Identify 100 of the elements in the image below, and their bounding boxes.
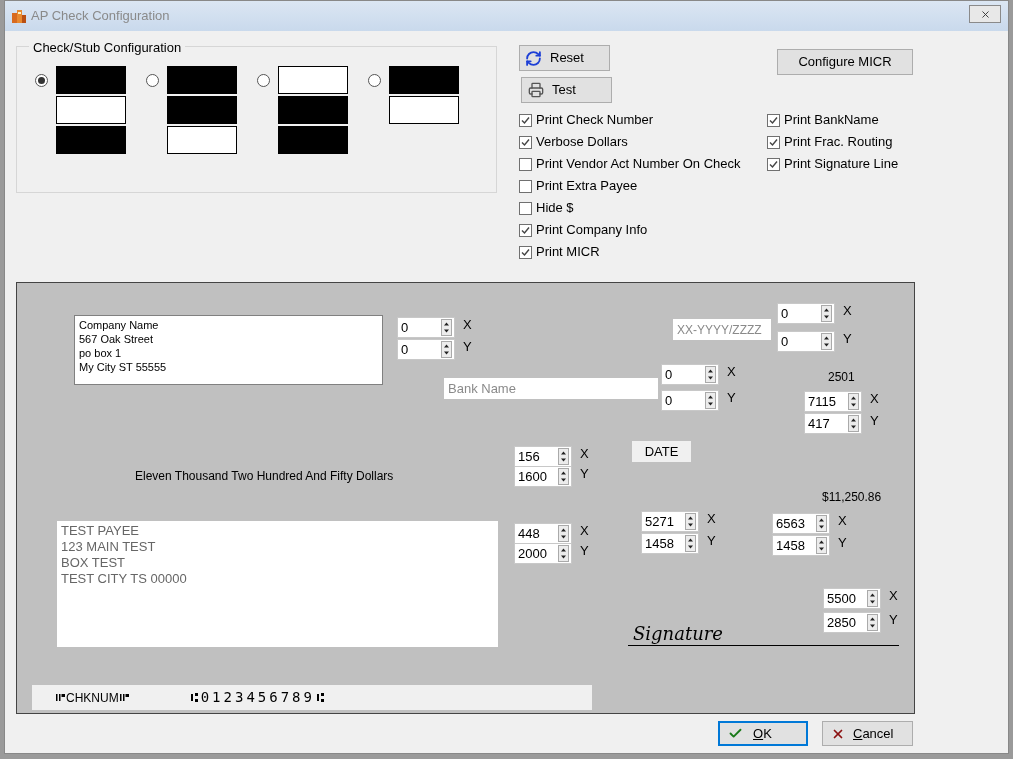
number-spinner[interactable]: 2000 [514,543,572,564]
number-spinner[interactable]: 0 [397,339,455,360]
spin-arrows-icon[interactable] [558,468,569,485]
on-us-symbol-icon [56,693,65,702]
number-spinner[interactable]: 5500 [823,588,881,609]
test-button[interactable]: Test [521,77,612,103]
spin-arrows-icon[interactable] [816,515,827,532]
checkbox[interactable] [519,113,532,127]
radio-button[interactable] [146,74,159,87]
check-number: 2501 [828,369,855,386]
checkbox-label: Print Extra Payee [536,177,638,196]
number-spinner[interactable]: 0 [661,364,719,385]
axis-label: X [870,391,879,406]
spin-arrows-icon[interactable] [867,590,878,607]
transit-symbol-icon [190,692,199,703]
close-button[interactable] [969,5,1001,23]
payee-line: TEST PAYEE [61,523,141,539]
company-info-line: Company Name [79,318,160,332]
spin-arrows-icon[interactable] [821,333,832,350]
axis-label: Y [707,533,716,548]
checkbox[interactable] [519,201,532,215]
number-spinner[interactable]: 5271 [641,511,699,532]
axis-label: Y [463,339,472,354]
spin-arrows-icon[interactable] [705,392,716,409]
bank-name-field[interactable]: Bank Name [444,378,658,399]
window-title: AP Check Configuration [31,7,170,26]
number-spinner[interactable]: 0 [777,331,835,352]
axis-label: Y [580,466,589,481]
spin-arrows-icon[interactable] [558,448,569,465]
micr-routing-number: 0123456789 [200,688,315,707]
ok-button[interactable]: OK [718,721,808,746]
axis-label: X [889,588,898,603]
spin-arrows-icon[interactable] [441,341,452,358]
axis-label: Y [838,535,847,550]
number-spinner[interactable]: 1458 [641,533,699,554]
spin-arrows-icon[interactable] [685,535,696,552]
number-spinner[interactable]: 156 [514,446,572,467]
number-spinner[interactable]: 417 [804,413,862,434]
checkbox[interactable] [767,113,780,127]
spin-arrows-icon[interactable] [441,319,452,336]
checkbox[interactable] [519,135,532,149]
frac-routing-field[interactable]: XX-YYYY/ZZZZ [673,319,771,340]
number-spinner[interactable]: 448 [514,523,572,544]
axis-label: X [838,513,847,528]
spin-arrows-icon[interactable] [816,537,827,554]
cancel-button[interactable]: Cancel [822,721,913,746]
configure-micr-button[interactable]: Configure MICR [777,49,913,75]
spin-arrows-icon[interactable] [685,513,696,530]
axis-label: X [580,523,589,538]
number-spinner[interactable]: 2850 [823,612,881,633]
axis-label: Y [870,413,879,428]
number-spinner[interactable]: 0 [397,317,455,338]
checkbox-label: Verbose Dollars [536,133,628,152]
number-spinner[interactable]: 1600 [514,466,572,487]
radio-button[interactable] [368,74,381,87]
number-spinner[interactable]: 0 [777,303,835,324]
checkbox[interactable] [519,179,532,193]
checkbox-label: Hide $ [536,199,574,218]
checkbox[interactable] [767,135,780,149]
checkbox[interactable] [519,223,532,237]
number-spinner[interactable]: 6563 [772,513,830,534]
spin-arrows-icon[interactable] [558,545,569,562]
axis-label: X [580,446,589,461]
axis-label: Y [580,543,589,558]
checkbox[interactable] [519,157,532,171]
radio-button[interactable] [35,74,48,87]
axis-label: X [843,303,852,318]
checkbox[interactable] [519,245,532,259]
company-info-line: 567 Oak Street [79,332,154,346]
close-icon [979,8,991,20]
checkbox-label: Print Check Number [536,111,654,130]
app-icon [11,8,27,24]
axis-label: X [463,317,472,332]
spin-arrows-icon[interactable] [867,614,878,631]
reset-button[interactable]: Reset [519,45,610,71]
check-icon [728,726,743,741]
payee-line: BOX TEST [61,555,127,571]
spin-arrows-icon[interactable] [705,366,716,383]
transit-symbol-icon [316,692,325,703]
checkbox[interactable] [767,157,780,171]
spin-arrows-icon[interactable] [848,393,859,410]
amount-in-words: Eleven Thousand Two Hundred And Fifty Dollars [135,468,394,485]
spin-arrows-icon[interactable] [821,305,832,322]
spin-arrows-icon[interactable] [558,525,569,542]
axis-label: Y [889,612,898,627]
number-spinner[interactable]: 0 [661,390,719,411]
axis-label: X [707,511,716,526]
axis-label: Y [843,331,852,346]
checkbox-label: Print MICR [536,243,600,262]
spin-arrows-icon[interactable] [848,415,859,432]
checkbox-label: Print Company Info [536,221,648,240]
check-amount: $11,250.86 [822,489,882,506]
number-spinner[interactable]: 1458 [772,535,830,556]
refresh-icon [525,49,542,67]
radio-button[interactable] [257,74,270,87]
number-spinner[interactable]: 7115 [804,391,862,412]
checkbox-label: Print Vendor Act Number On Check [536,155,741,174]
date-label: DATE [632,441,691,462]
checkbox-label: Print Signature Line [784,155,899,174]
company-info-line: My City ST 55555 [79,360,168,374]
